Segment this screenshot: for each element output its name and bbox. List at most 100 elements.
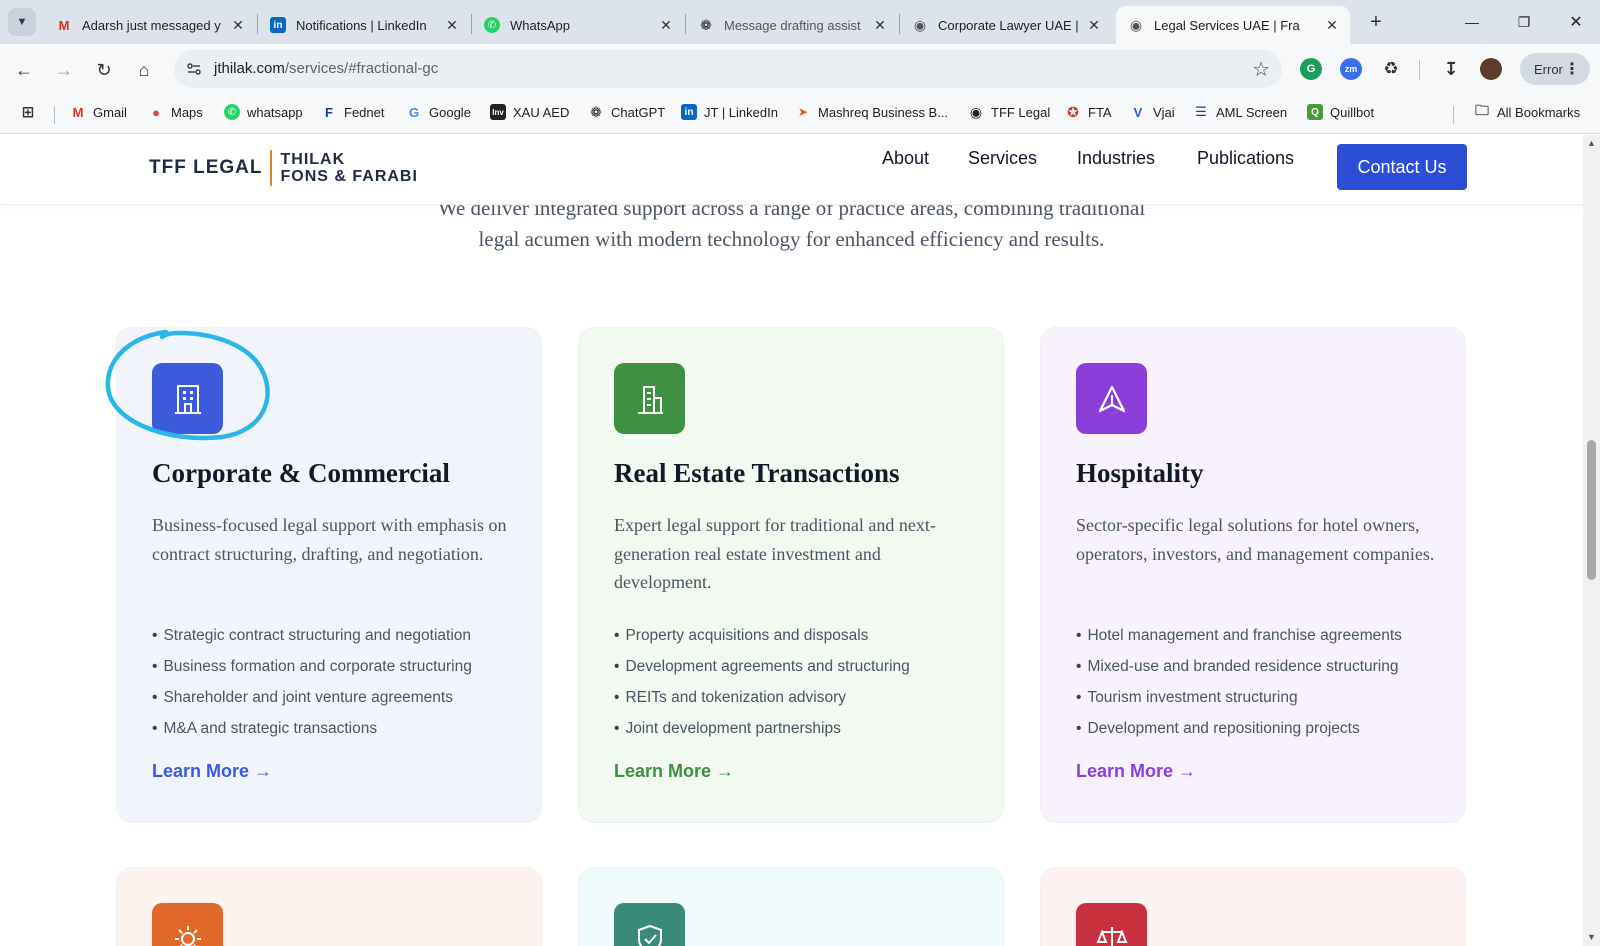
bookmark-fta[interactable]: ✪ FTA [1065, 104, 1111, 120]
apps-grid-button[interactable]: ⊞ [20, 104, 43, 121]
tab-title: Adarsh just messaged y [82, 17, 221, 33]
back-button[interactable]: ← [10, 56, 38, 84]
list-item: Mixed-use and branded residence structur… [1076, 651, 1402, 682]
card-feature-list: Hotel management and franchise agreement… [1076, 620, 1402, 744]
extensions-puzzle-icon[interactable]: ♻ [1380, 58, 1402, 80]
bookmark-label: ChatGPT [611, 104, 666, 120]
bookmark-gmail[interactable]: M Gmail [70, 104, 127, 120]
tab-search-button[interactable]: ▼ [8, 8, 36, 36]
learn-more-link[interactable]: Learn More → [1076, 761, 1196, 782]
tab-linkedin[interactable]: in Notifications | LinkedIn ✕ [258, 6, 470, 44]
logo-line-2: FONS & FARABI [280, 168, 418, 185]
logo-line-1: THILAK [280, 151, 346, 168]
address-bar[interactable]: jthilak.com/services/#fractional-gc ☆ [174, 50, 1282, 88]
site-logo[interactable]: TFF LEGAL THILAK FONS & FARABI [149, 150, 418, 186]
bookmark-xau-aed[interactable]: Inv XAU AED [490, 104, 569, 120]
card-description: Sector-specific legal solutions for hote… [1076, 515, 1435, 564]
close-icon[interactable]: ✕ [444, 17, 460, 33]
service-card-real-estate: Real Estate Transactions Expert legal su… [578, 327, 1004, 823]
all-bookmarks-button[interactable]: 🗀 All Bookmarks [1474, 102, 1580, 120]
bookmark-maps[interactable]: ● Maps [148, 104, 203, 120]
scrollbar-thumb[interactable] [1587, 440, 1596, 580]
bookmark-chatgpt[interactable]: ❁ ChatGPT [588, 104, 665, 120]
fednet-icon: F [325, 104, 333, 120]
restore-button[interactable]: ❐ [1508, 8, 1540, 36]
tab-title: Notifications | LinkedIn [296, 17, 427, 33]
logo-full-text: THILAK FONS & FARABI [280, 151, 417, 185]
contact-us-button[interactable]: Contact Us [1337, 144, 1467, 190]
folder-icon: 🗀 [1475, 102, 1489, 118]
profile-avatar[interactable] [1480, 58, 1502, 80]
bookmark-google[interactable]: G Google [406, 104, 471, 120]
tab-chatgpt[interactable]: ❁ Message drafting assist ✕ [686, 6, 898, 44]
construction-building-icon [614, 363, 685, 434]
bookmark-label: Fednet [344, 104, 385, 120]
nav-services[interactable]: Services [968, 148, 1037, 169]
tab-corporate-lawyer[interactable]: ◉ Corporate Lawyer UAE | ✕ [900, 6, 1112, 44]
mashreq-icon: ➤ [797, 105, 809, 119]
page-scrollbar[interactable]: ▲ ▼ [1583, 135, 1600, 946]
bookmarks-divider [54, 106, 55, 124]
globe-icon: ◉ [1129, 16, 1143, 33]
close-icon[interactable]: ✕ [872, 17, 888, 33]
tab-gmail[interactable]: M Adarsh just messaged y ✕ [44, 6, 256, 44]
minimize-button[interactable]: — [1456, 8, 1488, 36]
bookmark-whatsapp[interactable]: ✆ whatsapp [224, 104, 303, 120]
bookmark-vjai[interactable]: V Vjai [1130, 104, 1175, 120]
tab-title: Corporate Lawyer UAE | [938, 17, 1079, 33]
scroll-up-arrow-icon[interactable]: ▲ [1586, 138, 1597, 148]
bookmark-fednet[interactable]: F Fednet [321, 104, 384, 120]
bookmark-mashreq[interactable]: ➤ Mashreq Business B... [795, 104, 948, 120]
tab-whatsapp[interactable]: ✆ WhatsApp ✕ [472, 6, 684, 44]
close-icon[interactable]: ✕ [230, 17, 246, 33]
bookmark-quillbot[interactable]: Q Quillbot [1307, 104, 1374, 120]
close-icon[interactable]: ✕ [1324, 17, 1340, 33]
nav-industries[interactable]: Industries [1077, 148, 1155, 169]
reload-button[interactable]: ↻ [90, 56, 118, 84]
profile-error-button[interactable]: Error ⋮ [1520, 53, 1590, 85]
list-item: Development agreements and structuring [614, 651, 909, 682]
card-feature-list: Property acquisitions and disposals Deve… [614, 620, 909, 744]
url-text[interactable]: jthilak.com/services/#fractional-gc [214, 60, 438, 77]
site-settings-icon[interactable] [184, 59, 204, 79]
chatgpt-icon: ❁ [590, 103, 602, 120]
close-icon[interactable]: ✕ [1086, 17, 1102, 33]
window-close-button[interactable]: ✕ [1560, 8, 1592, 36]
tab-legal-services-active[interactable]: ◉ Legal Services UAE | Fra ✕ [1116, 6, 1350, 44]
download-icon[interactable]: ↧ [1440, 58, 1462, 80]
chevron-down-icon: ▼ [16, 16, 28, 28]
shield-check-icon [614, 903, 685, 946]
kebab-menu-icon[interactable]: ⋮ [1564, 59, 1580, 79]
investing-icon: Inv [490, 104, 506, 120]
quillbot-icon: Q [1307, 104, 1323, 120]
new-tab-button[interactable]: + [1364, 10, 1388, 34]
bookmarks-bar: ⊞ M Gmail ● Maps ✆ whatsapp F Fednet G Google… [0, 94, 1600, 134]
home-button[interactable]: ⌂ [130, 56, 158, 84]
bookmark-label: Google [429, 104, 471, 120]
scroll-down-arrow-icon[interactable]: ▼ [1586, 932, 1597, 942]
card-feature-list: Strategic contract structuring and negot… [152, 620, 471, 744]
zoom-extension-icon[interactable]: zm [1340, 58, 1362, 80]
bookmark-tff-legal[interactable]: ◉ TFF Legal [968, 104, 1050, 120]
bookmark-label: Maps [171, 104, 203, 120]
toolbar-divider [1419, 60, 1420, 80]
maps-icon: ● [152, 104, 160, 120]
close-icon[interactable]: ✕ [658, 17, 674, 33]
bookmark-star-icon[interactable]: ☆ [1252, 57, 1270, 82]
globe-icon: ◉ [913, 16, 927, 33]
card-title: Hospitality [1076, 458, 1204, 488]
bookmark-jt-linkedin[interactable]: in JT | LinkedIn [681, 104, 778, 120]
service-card-corporate: Corporate & Commercial Business-focused … [116, 327, 542, 823]
forward-button[interactable]: → [50, 56, 78, 84]
learn-more-link[interactable]: Learn More → [152, 761, 272, 782]
profile-error-label: Error [1534, 61, 1563, 77]
linkedin-icon: in [270, 17, 286, 33]
tab-title: WhatsApp [510, 17, 570, 33]
bookmarks-divider [1453, 106, 1454, 124]
nav-about[interactable]: About [882, 148, 929, 169]
nav-publications[interactable]: Publications [1197, 148, 1294, 169]
bookmark-aml-screen[interactable]: ☰ AML Screen [1193, 104, 1287, 120]
service-card-partial [1040, 867, 1466, 946]
learn-more-link[interactable]: Learn More → [614, 761, 734, 782]
grammarly-extension-icon[interactable]: G [1300, 58, 1322, 80]
